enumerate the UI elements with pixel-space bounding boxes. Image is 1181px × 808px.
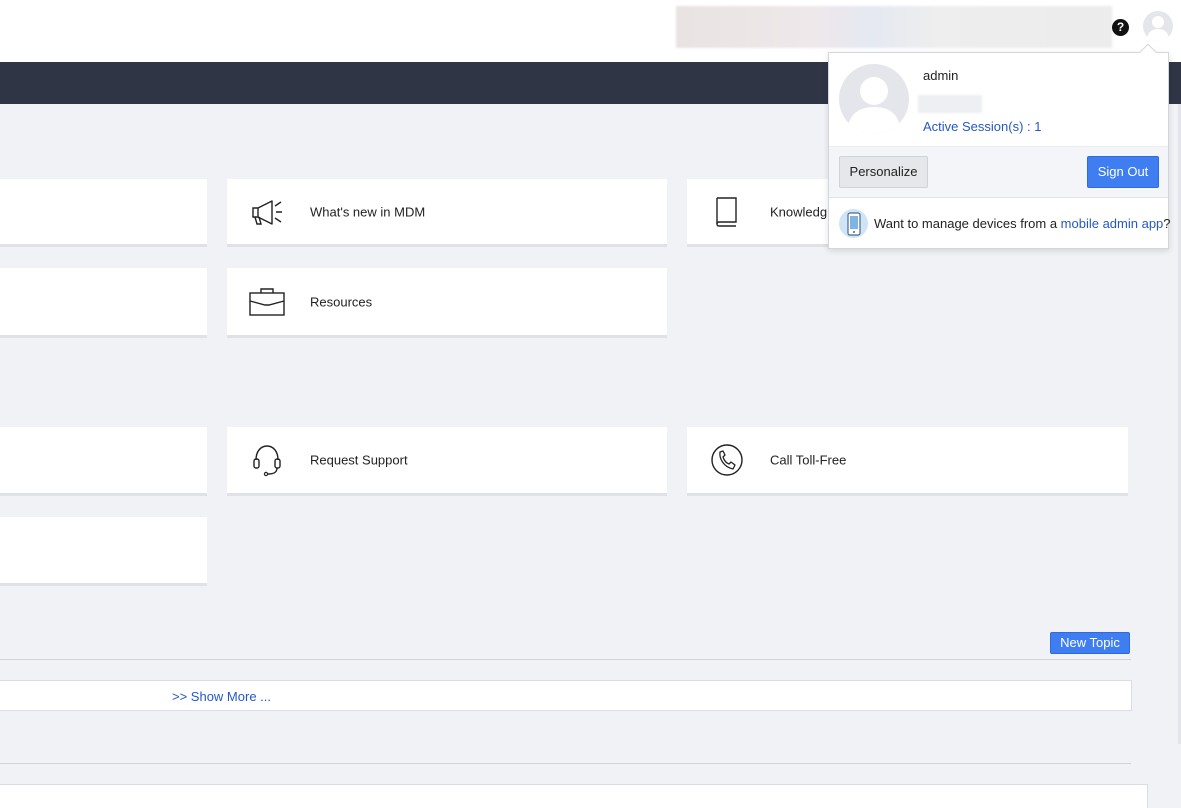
active-sessions-link[interactable]: Active Session(s) : 1 (923, 119, 1042, 134)
bottom-panel (0, 784, 1148, 808)
card-whats-new[interactable]: What's new in MDM (227, 179, 667, 247)
card-left-row3[interactable] (0, 427, 207, 496)
sign-out-button[interactable]: Sign Out (1087, 156, 1159, 188)
mobile-phone-icon (839, 209, 868, 238)
mobile-prompt-prefix: Want to manage devices from a (874, 216, 1061, 231)
card-request-support[interactable]: Request Support (227, 427, 667, 496)
card-label: Call Toll-Free (770, 452, 847, 468)
megaphone-icon (247, 194, 287, 230)
mobile-app-promo: Want to manage devices from a mobile adm… (829, 199, 1171, 248)
book-icon (707, 194, 747, 230)
section-divider (0, 659, 1131, 660)
question-circle-icon[interactable]: ? (1112, 19, 1129, 36)
user-name: admin (923, 68, 959, 83)
user-menu-dropdown: admin Active Session(s) : 1 Personalize … (828, 43, 1171, 249)
card-label: Resources (310, 294, 373, 309)
mobile-prompt-suffix: ? (1163, 216, 1171, 231)
card-left-row4[interactable] (0, 517, 207, 586)
show-more-link[interactable]: >> Show More ... (172, 689, 271, 704)
redacted-header-area (676, 6, 1112, 48)
new-topic-button[interactable]: New Topic (1050, 632, 1130, 654)
phone-call-icon (707, 442, 747, 478)
card-label: What's new in MDM (310, 204, 426, 219)
user-silhouette-icon (1147, 16, 1169, 41)
card-call-toll-free[interactable]: Call Toll-Free (687, 427, 1128, 496)
card-label: Knowledg (770, 204, 828, 219)
card-label: Request Support (310, 452, 408, 468)
redacted-email (918, 95, 982, 113)
card-left-row1[interactable] (0, 179, 207, 247)
user-avatar (839, 64, 909, 134)
briefcase-icon (247, 284, 287, 320)
card-resources[interactable]: Resources (227, 268, 667, 338)
card-left-row2[interactable] (0, 268, 207, 338)
user-avatar-button[interactable] (1143, 11, 1173, 41)
mobile-admin-app-link[interactable]: mobile admin app (1061, 216, 1164, 231)
personalize-button[interactable]: Personalize (839, 156, 928, 188)
user-silhouette-icon (847, 77, 901, 134)
user-menu-actions: Personalize Sign Out (829, 146, 1168, 198)
headset-icon (247, 442, 287, 478)
section-divider (0, 763, 1131, 764)
mobile-app-text: Want to manage devices from a mobile adm… (874, 216, 1171, 231)
forum-list-row: >> Show More ... (0, 680, 1132, 711)
